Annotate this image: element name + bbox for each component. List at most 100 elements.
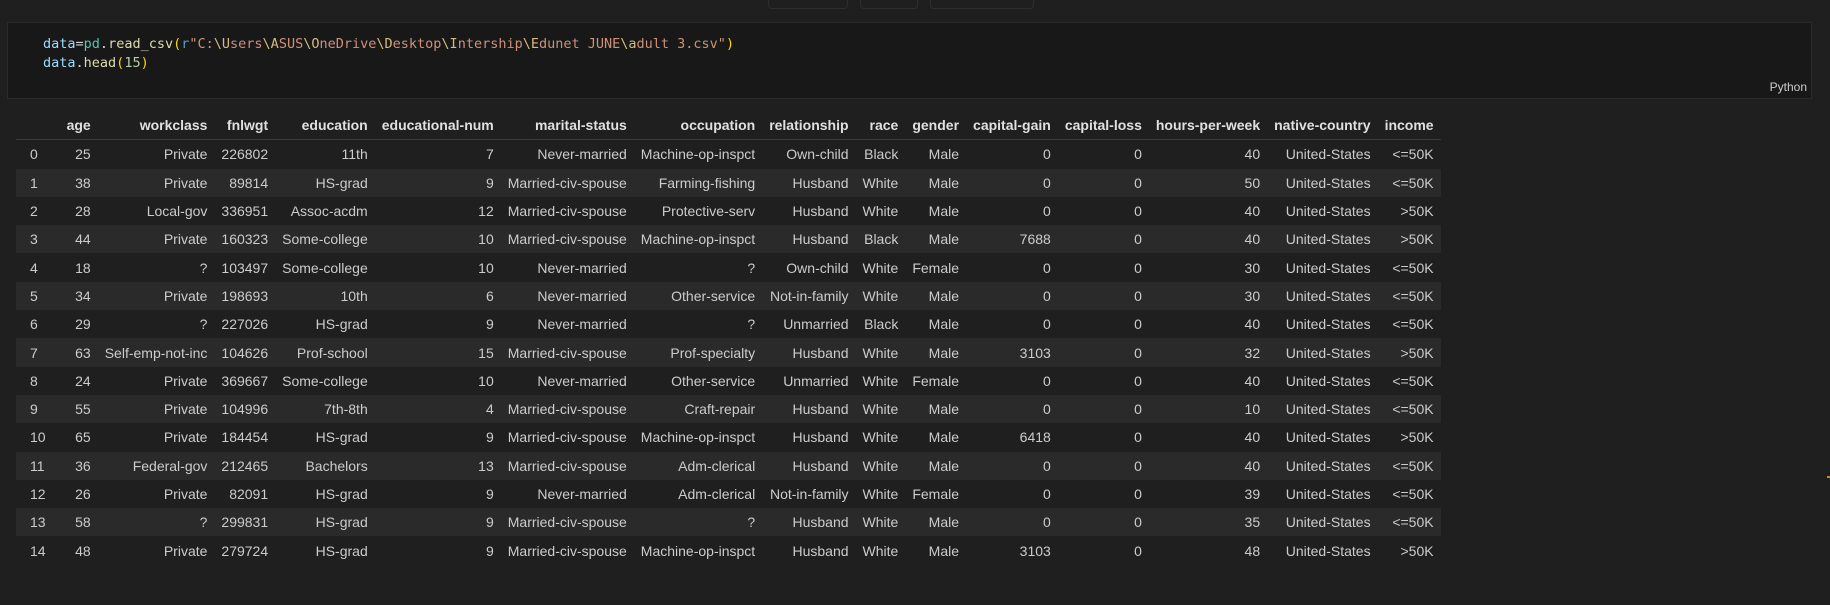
table-cell: Other-service <box>671 287 756 304</box>
table-cell: 336951 <box>221 203 269 220</box>
table-cell: 40 <box>1244 203 1261 220</box>
table-cell: <=50K <box>1392 287 1434 304</box>
table-cell: 0 <box>1134 174 1142 191</box>
table-cell: Male <box>928 514 960 531</box>
table-row: 12 26 Private 82091 HS-grad 9 Never-married Adm… <box>16 479 1441 509</box>
code-cell[interactable]: data=pd.read_csv(r"C:\Users\ASUS\OneDriv… <box>7 22 1812 99</box>
column-header: race <box>855 111 906 141</box>
table-cell: 10th <box>340 287 368 304</box>
toolbar-button-ghost-2[interactable] <box>860 0 918 9</box>
table-cell: Male <box>928 542 960 559</box>
row-index: 6 <box>30 316 38 333</box>
table-cell: <=50K <box>1392 146 1434 163</box>
table-cell: 0 <box>1134 372 1142 389</box>
column-header: marital-status <box>500 111 634 141</box>
code-token-escape: \I <box>441 36 458 52</box>
table-cell: ? <box>199 259 208 276</box>
column-header: income <box>1377 111 1441 141</box>
table-cell: Husband <box>792 457 849 474</box>
code-token-eq: = <box>75 36 84 52</box>
table-cell: 40 <box>1244 457 1261 474</box>
table-cell: United-States <box>1285 316 1371 333</box>
table-cell: <=50K <box>1392 372 1434 389</box>
code-token-var: data <box>43 36 76 52</box>
table-cell: 40 <box>1244 231 1261 248</box>
toolbar-button-ghost-1[interactable] <box>768 0 848 9</box>
table-cell: Husband <box>792 203 849 220</box>
table-cell: 65 <box>75 429 91 446</box>
table-row: 3 44 Private 160323 Some-college 10 Married-ci… <box>16 225 1441 254</box>
table-cell: 38 <box>75 174 91 191</box>
table-cell: 9 <box>485 542 494 559</box>
table-cell: 0 <box>1043 203 1051 220</box>
column-header: gender <box>905 111 967 141</box>
table-cell: ? <box>747 316 756 333</box>
code-token-escape: \U <box>213 36 231 52</box>
table-cell: Machine-op-inspct <box>640 146 756 163</box>
column-header: age <box>59 111 98 141</box>
table-cell: 227026 <box>221 316 269 333</box>
cell-output: age workclass fnlwgt education educational-n… <box>16 111 1441 565</box>
table-cell: Husband <box>792 429 849 446</box>
table-cell: Not-in-family <box>769 287 849 304</box>
table-cell: 89814 <box>229 174 269 191</box>
table-cell: United-States <box>1285 401 1371 418</box>
table-cell: Private <box>163 231 208 248</box>
table-cell: 0 <box>1134 231 1142 248</box>
language-label[interactable]: Python <box>1770 80 1807 94</box>
table-cell: 0 <box>1134 486 1142 502</box>
code-token-paren: ( <box>173 36 182 52</box>
table-cell: 104996 <box>221 401 269 418</box>
row-index: 3 <box>30 231 38 248</box>
table-cell: 36 <box>75 457 91 474</box>
table-cell: United-States <box>1285 344 1371 361</box>
table-cell: Husband <box>792 514 849 531</box>
row-index: 9 <box>30 401 38 418</box>
table-cell: 9 <box>485 174 494 191</box>
table-cell: 0 <box>1043 316 1051 333</box>
table-row: 4 18? 103497 Some-college 10 Never-married? Ow… <box>16 253 1441 282</box>
table-cell: Unmarried <box>783 372 849 389</box>
table-cell: Private <box>163 401 208 418</box>
table-cell: Prof-specialty <box>670 344 756 361</box>
table-cell: 0 <box>1043 514 1051 531</box>
table-cell: 0 <box>1134 542 1142 559</box>
table-cell: Male <box>928 287 960 304</box>
row-index: 0 <box>30 146 38 163</box>
table-cell: Private <box>163 486 208 502</box>
table-row: 14 48 Private 279724 HS-grad 9 Married-civ-spo… <box>16 536 1441 565</box>
table-row: 8 24 Private 369667 Some-college 10 Never-marr… <box>16 366 1441 395</box>
table-cell: United-States <box>1285 174 1371 191</box>
code-token-escape: \D <box>376 36 393 52</box>
table-cell: Self-emp-not-inc <box>104 344 208 361</box>
code-token-func: head <box>83 55 117 71</box>
table-row: 9 55 Private 104996 7th-8th 4 Married-civ-spou… <box>16 394 1441 424</box>
table-cell: HS-grad <box>315 316 368 333</box>
table-cell: Married-civ-spouse <box>507 174 627 191</box>
code-token-dot: . <box>75 55 84 71</box>
row-index: 14 <box>30 542 46 559</box>
code-editor[interactable]: data=pd.read_csv(r"C:\Users\ASUS\OneDriv… <box>43 35 734 73</box>
table-cell: 212465 <box>221 457 269 474</box>
table-cell: >50K <box>1400 542 1434 559</box>
table-cell: 0 <box>1134 514 1142 531</box>
table-cell: 369667 <box>221 372 269 389</box>
table-row: 13 58? 299831 HS-grad 9 Married-civ-spouse? Hu… <box>16 508 1441 537</box>
code-token-string: esktop <box>392 36 442 52</box>
table-cell: 34 <box>75 287 91 304</box>
index-header <box>16 111 60 141</box>
table-cell: 0 <box>1134 203 1142 220</box>
table-row: 10 65 Private 184454 HS-grad 9 Married-civ-spo… <box>16 423 1441 452</box>
table-cell: White <box>862 287 899 304</box>
table-cell: HS-grad <box>315 514 368 531</box>
row-index: 11 <box>30 457 45 474</box>
toolbar-button-ghost-3[interactable] <box>930 0 1034 9</box>
table-row: 5 34 Private 198693 10th 6 Never-married Other-… <box>16 281 1441 311</box>
cell-toolbar <box>0 0 1830 10</box>
table-cell: Husband <box>792 174 849 191</box>
table-cell: Never-married <box>537 372 627 389</box>
table-cell: United-States <box>1285 429 1371 446</box>
table-cell: 82091 <box>229 486 269 502</box>
table-cell: Black <box>864 316 899 333</box>
table-cell: Husband <box>792 401 849 418</box>
